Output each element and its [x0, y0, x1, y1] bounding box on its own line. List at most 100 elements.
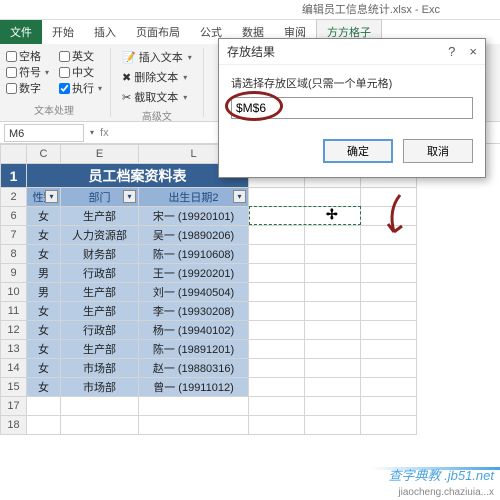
btn-cut-text[interactable]: ✂截取文本▾ — [119, 88, 195, 106]
tab-file[interactable]: 文件 — [0, 20, 42, 44]
dialog-close-button[interactable]: × — [469, 44, 477, 59]
empty-cell[interactable] — [305, 416, 361, 435]
data-cell[interactable]: 曾一 (19911012) — [139, 378, 249, 397]
data-cell[interactable]: 女 — [27, 207, 61, 226]
ok-button[interactable]: 确定 — [323, 139, 393, 163]
data-cell[interactable]: 李一 (19930208) — [139, 302, 249, 321]
empty-cell[interactable] — [361, 302, 417, 321]
empty-cell[interactable] — [249, 378, 305, 397]
name-box[interactable]: M6 — [4, 124, 84, 142]
chk-english[interactable]: 英文 — [59, 48, 102, 64]
empty-cell[interactable] — [61, 416, 139, 435]
btn-delete-text[interactable]: ✖删除文本▾ — [119, 68, 195, 86]
empty-cell[interactable] — [305, 283, 361, 302]
data-cell[interactable]: 陈一 (19891201) — [139, 340, 249, 359]
data-cell[interactable]: 女 — [27, 378, 61, 397]
empty-cell[interactable] — [249, 207, 305, 226]
empty-cell[interactable] — [305, 226, 361, 245]
data-cell[interactable]: 生产部 — [61, 207, 139, 226]
row-header[interactable]: 9 — [1, 264, 27, 283]
data-cell[interactable]: 生产部 — [61, 340, 139, 359]
data-cell[interactable]: 女 — [27, 226, 61, 245]
data-cell[interactable]: 女 — [27, 340, 61, 359]
row-header[interactable]: 6 — [1, 207, 27, 226]
empty-cell[interactable] — [249, 340, 305, 359]
empty-cell[interactable] — [305, 321, 361, 340]
empty-cell[interactable] — [361, 226, 417, 245]
chk-exec[interactable]: 执行▾ — [59, 80, 102, 96]
empty-cell[interactable] — [139, 397, 249, 416]
data-cell[interactable]: 人力资源部 — [61, 226, 139, 245]
row-header[interactable]: 2 — [1, 188, 27, 207]
column-header[interactable]: 性别▾ — [27, 188, 61, 207]
empty-cell[interactable] — [361, 245, 417, 264]
tab-home[interactable]: 开始 — [42, 20, 84, 44]
data-cell[interactable]: 生产部 — [61, 283, 139, 302]
row-header[interactable]: 7 — [1, 226, 27, 245]
data-cell[interactable]: 行政部 — [61, 264, 139, 283]
chk-chinese[interactable]: 中文 — [59, 64, 102, 80]
data-cell[interactable]: 市场部 — [61, 359, 139, 378]
spreadsheet-grid[interactable]: CELMNO 1员工档案资料表2性别▾部门▾出生日期2▾6女生产部宋一 (199… — [0, 144, 500, 435]
empty-cell[interactable] — [249, 302, 305, 321]
empty-cell[interactable] — [249, 226, 305, 245]
empty-cell[interactable] — [305, 264, 361, 283]
empty-cell[interactable] — [249, 283, 305, 302]
row-header[interactable]: 13 — [1, 340, 27, 359]
data-cell[interactable]: 女 — [27, 321, 61, 340]
data-cell[interactable]: 吴一 (19890206) — [139, 226, 249, 245]
empty-cell[interactable] — [361, 416, 417, 435]
col-header[interactable] — [1, 145, 27, 164]
tab-layout[interactable]: 页面布局 — [126, 20, 190, 44]
chk-number[interactable]: 数字 — [6, 80, 49, 96]
empty-cell[interactable] — [139, 416, 249, 435]
empty-cell[interactable] — [249, 321, 305, 340]
chk-blank[interactable]: 空格 — [6, 48, 49, 64]
tab-insert[interactable]: 插入 — [84, 20, 126, 44]
empty-cell[interactable] — [361, 264, 417, 283]
empty-cell[interactable] — [361, 340, 417, 359]
empty-cell[interactable] — [361, 378, 417, 397]
data-cell[interactable]: 杨一 (19940102) — [139, 321, 249, 340]
column-header[interactable]: 出生日期2▾ — [139, 188, 249, 207]
data-cell[interactable]: 刘一 (19940504) — [139, 283, 249, 302]
empty-cell[interactable] — [305, 397, 361, 416]
col-header[interactable]: C — [27, 145, 61, 164]
data-cell[interactable]: 生产部 — [61, 302, 139, 321]
row-header[interactable]: 14 — [1, 359, 27, 378]
chk-symbol[interactable]: 符号▾ — [6, 64, 49, 80]
empty-cell[interactable] — [249, 359, 305, 378]
empty-cell[interactable] — [249, 264, 305, 283]
row-header[interactable]: 8 — [1, 245, 27, 264]
row-header[interactable]: 11 — [1, 302, 27, 321]
filter-icon[interactable]: ▾ — [233, 190, 246, 203]
data-cell[interactable]: 陈一 (19910608) — [139, 245, 249, 264]
row-header[interactable]: 1 — [1, 164, 27, 188]
cancel-button[interactable]: 取消 — [403, 139, 473, 163]
empty-cell[interactable] — [361, 397, 417, 416]
empty-cell[interactable] — [305, 302, 361, 321]
col-header[interactable]: E — [61, 145, 139, 164]
empty-cell[interactable] — [361, 359, 417, 378]
empty-cell[interactable] — [27, 397, 61, 416]
empty-cell[interactable] — [361, 207, 417, 226]
empty-cell[interactable] — [305, 245, 361, 264]
row-header[interactable]: 10 — [1, 283, 27, 302]
empty-cell[interactable] — [361, 283, 417, 302]
column-header[interactable]: 部门▾ — [61, 188, 139, 207]
data-cell[interactable]: 女 — [27, 359, 61, 378]
fx-icon[interactable]: fx — [94, 127, 115, 139]
filter-icon[interactable]: ▾ — [45, 190, 58, 203]
data-cell[interactable]: 行政部 — [61, 321, 139, 340]
empty-cell[interactable] — [361, 321, 417, 340]
row-header[interactable]: 18 — [1, 416, 27, 435]
filter-icon[interactable]: ▾ — [123, 190, 136, 203]
empty-cell[interactable] — [249, 397, 305, 416]
data-cell[interactable]: 市场部 — [61, 378, 139, 397]
empty-cell[interactable] — [61, 397, 139, 416]
btn-insert-text[interactable]: 📝插入文本▾ — [119, 48, 195, 66]
row-header[interactable]: 17 — [1, 397, 27, 416]
empty-cell[interactable] — [305, 340, 361, 359]
empty-cell[interactable] — [249, 416, 305, 435]
row-header[interactable]: 12 — [1, 321, 27, 340]
